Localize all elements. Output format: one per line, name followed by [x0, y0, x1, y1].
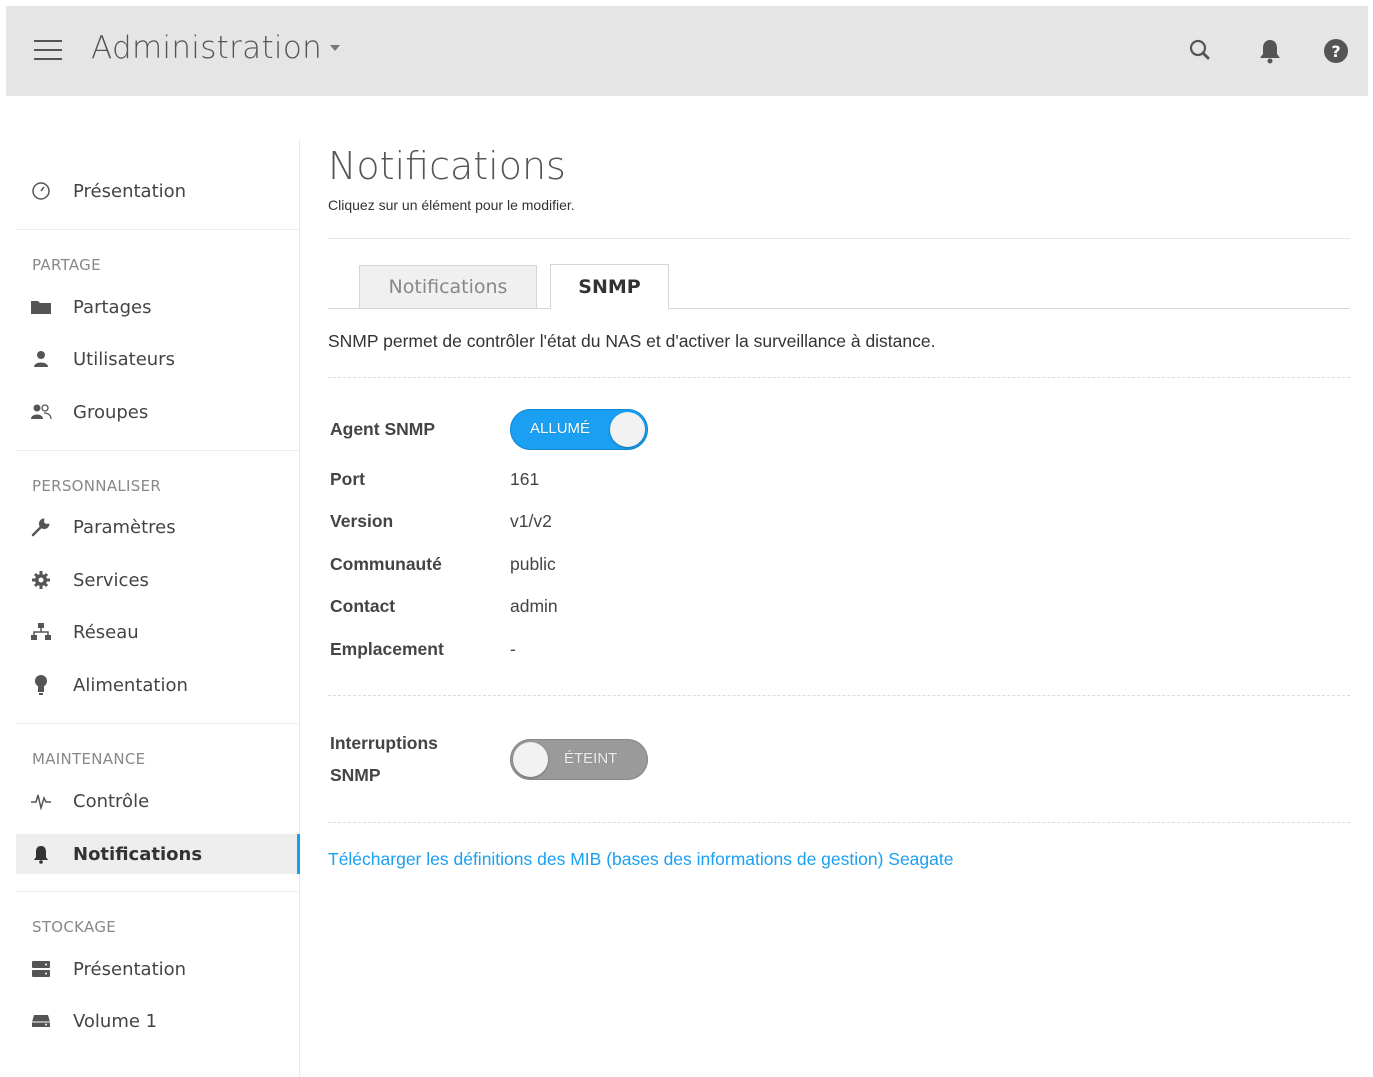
version-label: Version: [330, 511, 394, 531]
sidebar-item-controle[interactable]: Contrôle: [16, 781, 300, 821]
sidebar-item-utilisateurs[interactable]: Utilisateurs: [16, 339, 300, 379]
location-label: Emplacement: [330, 639, 444, 659]
sidebar-item-alimentation[interactable]: Alimentation: [16, 665, 300, 705]
sidebar-item-services[interactable]: Services: [16, 560, 300, 600]
divider: [16, 450, 300, 451]
toggle-label: ÉTEINT: [564, 750, 618, 767]
app-switcher[interactable]: Administration: [91, 30, 341, 66]
divider: [16, 891, 300, 892]
version-value[interactable]: v1/v2: [510, 511, 552, 532]
community-label: Communauté: [330, 554, 442, 574]
contact-value[interactable]: admin: [510, 596, 558, 617]
location-value[interactable]: -: [510, 639, 516, 660]
sidebar-item-volume-1[interactable]: Volume 1: [16, 1001, 300, 1041]
gear-icon: [30, 569, 52, 591]
sidebar-item-label: Présentation: [73, 958, 187, 980]
sidebar-item-label: Partages: [73, 296, 152, 318]
dashboard-icon: [30, 180, 52, 202]
sidebar-item-label: Services: [73, 569, 149, 591]
folder-icon: [30, 296, 52, 318]
toggle-label: ALLUMÉ: [530, 420, 591, 437]
search-icon[interactable]: [1186, 36, 1216, 66]
sidebar-item-groupes[interactable]: Groupes: [16, 392, 300, 432]
tab-bar: Notifications SNMP: [328, 264, 1350, 310]
snmp-traps-toggle[interactable]: ÉTEINT: [510, 739, 648, 780]
sidebar-item-notifications[interactable]: Notifications: [16, 834, 300, 874]
sidebar-item-label: Groupes: [73, 401, 149, 423]
community-value[interactable]: public: [510, 554, 556, 575]
sidebar-item-label: Notifications: [73, 843, 203, 865]
snmp-description: SNMP permet de contrôler l'état du NAS e…: [328, 331, 936, 351]
app-title: Administration: [91, 30, 323, 66]
sidebar-item-stockage-presentation[interactable]: Présentation: [16, 949, 300, 989]
sidebar-item-label: Paramètres: [73, 516, 176, 538]
server-icon: [30, 958, 52, 980]
snmp-traps-label-line2: SNMP: [330, 765, 381, 785]
chevron-down-icon: [330, 44, 341, 51]
section-title-partage: PARTAGE: [32, 256, 101, 274]
port-label: Port: [330, 469, 365, 489]
sidebar-item-label: Réseau: [73, 621, 139, 643]
divider: [16, 229, 300, 230]
sidebar-item-presentation[interactable]: Présentation: [16, 171, 300, 211]
section-title-maintenance: MAINTENANCE: [32, 750, 146, 768]
page-subtitle: Cliquez sur un élément pour le modifier.: [328, 197, 575, 213]
sidebar-item-label: Présentation: [73, 180, 187, 202]
sidebar-item-label: Alimentation: [73, 674, 188, 696]
section-title-personnaliser: PERSONNALISER: [32, 477, 162, 495]
network-icon: [30, 621, 52, 643]
divider: [328, 238, 1350, 239]
bulb-icon: [30, 674, 52, 696]
divider: [328, 822, 1350, 823]
agent-snmp-label: Agent SNMP: [330, 419, 435, 439]
divider: [328, 695, 1350, 696]
wrench-icon: [30, 516, 52, 538]
user-icon: [30, 348, 52, 370]
bell-icon[interactable]: [1255, 36, 1285, 66]
section-title-stockage: STOCKAGE: [32, 918, 117, 936]
toggle-knob: [610, 412, 645, 447]
sidebar-item-reseau[interactable]: Réseau: [16, 612, 300, 652]
top-header: Administration ?: [6, 6, 1368, 96]
sidebar-item-label: Utilisateurs: [73, 348, 175, 370]
svg-text:?: ?: [1331, 42, 1340, 61]
page-title: Notifications: [328, 144, 566, 188]
bell-icon: [30, 843, 52, 865]
snmp-traps-label-line1: Interruptions: [330, 733, 438, 753]
drive-icon: [30, 1010, 52, 1032]
help-icon[interactable]: ?: [1321, 36, 1351, 66]
sidebar-item-partages[interactable]: Partages: [16, 287, 300, 327]
pulse-icon: [30, 790, 52, 812]
port-value[interactable]: 161: [510, 469, 539, 490]
contact-label: Contact: [330, 596, 396, 616]
tab-notifications[interactable]: Notifications: [359, 265, 537, 308]
menu-icon[interactable]: [34, 40, 62, 62]
agent-snmp-toggle[interactable]: ALLUMÉ: [510, 409, 648, 450]
sidebar-item-label: Volume 1: [73, 1010, 158, 1032]
sidebar-item-parametres[interactable]: Paramètres: [16, 507, 300, 547]
tab-snmp[interactable]: SNMP: [550, 264, 669, 310]
group-icon: [30, 401, 52, 423]
mib-download-link[interactable]: Télécharger les définitions des MIB (bas…: [328, 849, 953, 870]
sidebar-item-label: Contrôle: [73, 790, 150, 812]
toggle-knob: [513, 742, 548, 777]
sidebar: Présentation PARTAGE Partages Utilisateu…: [16, 140, 300, 1077]
divider: [16, 723, 300, 724]
divider: [328, 377, 1350, 378]
